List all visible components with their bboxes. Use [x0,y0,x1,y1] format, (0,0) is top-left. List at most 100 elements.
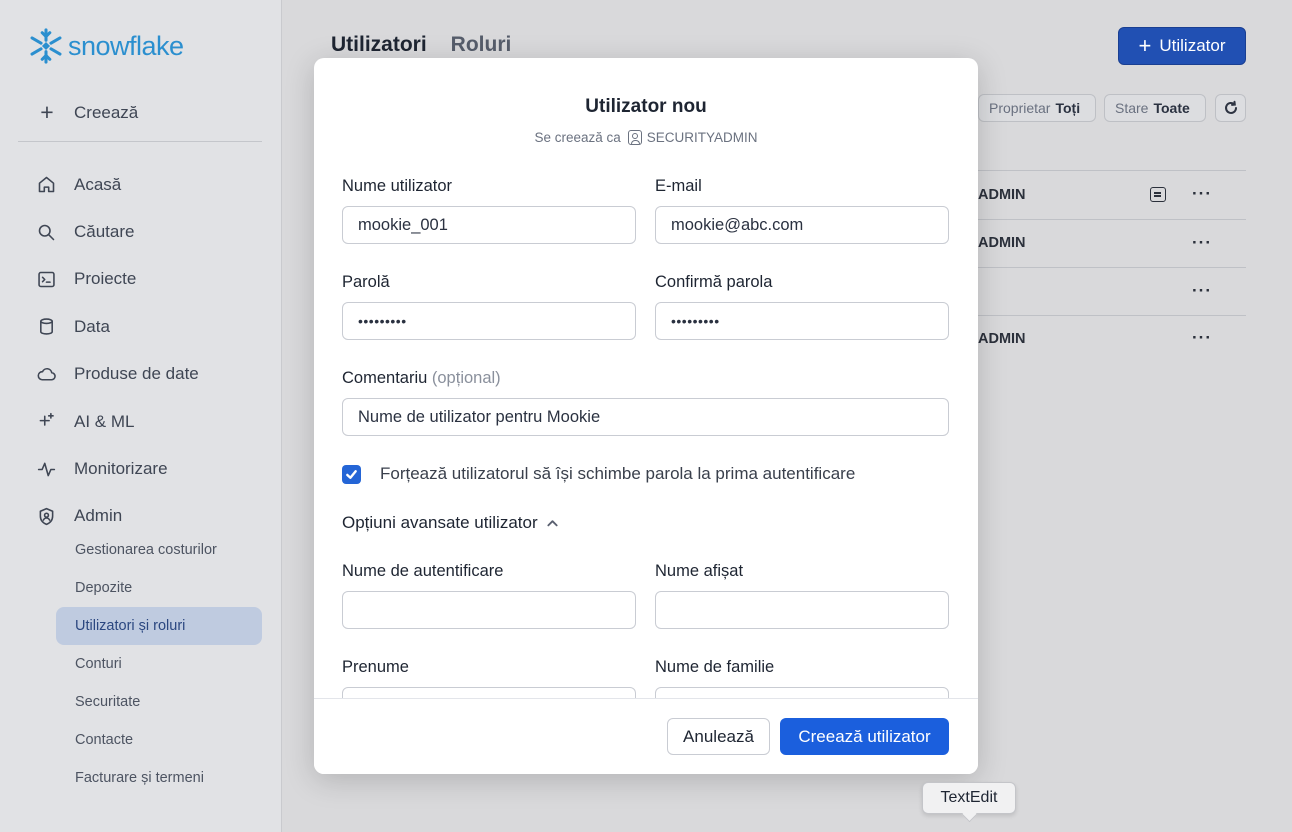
sidebar-item-label: AI & ML [74,411,135,431]
advanced-options-toggle[interactable]: Opțiuni avansate utilizator [342,513,559,533]
plus-icon: + [40,99,54,125]
more-options-icon[interactable]: ··· [1192,328,1212,348]
add-user-label: Utilizator [1159,36,1226,55]
force-password-change[interactable]: Forțează utilizatorul să își schimbe par… [342,464,855,484]
sidebar-item-search[interactable]: Căutare [34,208,199,255]
table-divider [978,315,1246,316]
comment-icon[interactable] [1150,187,1166,202]
cancel-button[interactable]: Anulează [667,718,770,755]
create-button[interactable]: + Creează [34,99,138,126]
footer-divider [314,698,978,699]
sidebar-item-monitoring[interactable]: Monitorizare [34,445,199,492]
home-icon [34,173,58,197]
more-options-icon[interactable]: ··· [1192,233,1212,253]
sidebar-item-label: Acasă [74,174,122,194]
sidebar-subitem-cost-management[interactable]: Gestionarea costurilor [56,531,262,569]
row-owner: ADMIN [978,330,1026,347]
optional-hint: (opțional) [431,369,501,387]
sidebar-subitem-billing[interactable]: Facturare și termeni [56,759,262,797]
comment-field[interactable]: Nume de utilizator pentru Mookie [342,398,949,436]
sidebar-nav: Acasă Căutare Proiecte Data Produse de d… [34,161,199,540]
more-options-icon[interactable]: ··· [1192,281,1212,301]
create-user-button[interactable]: Creează utilizator [780,718,949,755]
sidebar-subitem-accounts[interactable]: Conturi [56,645,262,683]
row-owner: ADMIN [978,235,1026,252]
sidebar-item-label: Monitorizare [74,459,168,479]
advanced-options-label: Opțiuni avansate utilizator [342,513,538,532]
sidebar-item-data-products[interactable]: Produse de date [34,351,199,398]
tab-roles[interactable]: Roluri [451,33,512,57]
filter-status-value: Toate [1153,100,1190,116]
database-icon [34,315,58,339]
username-label: Nume utilizator [342,177,453,195]
users-table: ADMIN ··· ADMIN ··· ··· ADMIN ··· [978,170,1246,363]
snowflake-logo[interactable]: snowflake [27,27,184,65]
sidebar-item-home[interactable]: Acasă [34,161,199,208]
dialog-subtitle: Se creează ca SECURITYADMIN [314,130,978,145]
dock-tooltip: TextEdit [922,782,1016,814]
table-row[interactable]: ADMIN ··· [978,218,1246,268]
tab-users[interactable]: Utilizatori [331,33,427,57]
sidebar-item-ai-ml[interactable]: AI & ML [34,398,199,445]
confirm-password-label: Confirmă parola [655,273,773,291]
sidebar-item-label: Căutare [74,222,135,242]
email-field[interactable]: mookie@abc.com [655,206,949,244]
first-name-label: Prenume [342,658,409,676]
username-field[interactable]: mookie_001 [342,206,636,244]
logo-wordmark: snowflake [68,30,184,61]
snowflake-logo-icon [30,28,62,64]
shield-icon [34,504,58,528]
login-name-label: Nume de autentificare [342,562,504,580]
confirm-password-field[interactable]: ••••••••• [655,302,949,340]
sidebar-subitem-contacts[interactable]: Contacte [56,721,262,759]
sidebar-subitem-users-roles[interactable]: Utilizatori și roluri [56,607,262,645]
create-label: Creează [74,102,139,122]
table-row[interactable]: ADMIN ··· [978,170,1246,219]
sidebar-item-label: Data [74,316,110,336]
table-row[interactable]: ADMIN ··· [978,315,1246,364]
filter-status-label: Stare [1115,100,1149,116]
chevron-up-icon [547,519,558,526]
role-icon [627,130,642,145]
sidebar-subitem-warehouses[interactable]: Depozite [56,569,262,607]
sidebar-item-label: Produse de date [74,364,199,384]
display-name-field[interactable] [655,591,949,629]
sidebar: snowflake + Creează Acasă Căutare Proiec… [0,0,282,832]
filter-owner-label: Proprietar [989,100,1051,116]
table-row[interactable]: ··· [978,267,1246,316]
last-name-label: Nume de familie [655,658,775,676]
sidebar-item-label: Admin [74,506,123,526]
filter-status[interactable]: Stare Toate [1104,94,1206,122]
sparkle-icon [34,410,58,434]
force-password-checkbox[interactable] [342,464,361,484]
refresh-button[interactable] [1215,94,1246,122]
filter-owner-value: Toți [1055,100,1081,116]
new-user-dialog: Utilizator nou Se creează ca SECURITYADM… [314,58,978,774]
projects-icon [34,267,58,291]
dialog-title: Utilizator nou [585,96,707,117]
subtitle-prefix: Se creează ca [534,130,621,145]
search-icon [34,220,58,244]
sidebar-item-data[interactable]: Data [34,303,199,350]
display-name-label: Nume afișat [655,562,744,580]
cloud-icon [34,362,58,386]
checkmark-icon [346,469,357,479]
add-user-button[interactable]: + Utilizator [1118,27,1246,65]
sidebar-item-projects[interactable]: Proiecte [34,256,199,303]
more-options-icon[interactable]: ··· [1192,184,1212,204]
role-name: SECURITYADMIN [646,130,758,145]
sidebar-divider [18,141,262,142]
force-password-label: Forțează utilizatorul să își schimbe par… [380,464,856,483]
admin-submenu: Gestionarea costurilor Depozite Utilizat… [56,531,262,797]
activity-icon [34,457,58,481]
plus-icon: + [1138,33,1152,58]
password-field[interactable]: ••••••••• [342,302,636,340]
comment-label: Comentariu [342,369,428,387]
filter-owner[interactable]: Proprietar Toți [978,94,1096,122]
row-owner: ADMIN [978,186,1026,203]
login-name-field[interactable] [342,591,636,629]
sidebar-subitem-security[interactable]: Securitate [56,683,262,721]
refresh-icon [1224,100,1237,114]
sidebar-item-label: Proiecte [74,269,137,289]
main-tabs: Utilizatori Roluri [331,33,511,57]
